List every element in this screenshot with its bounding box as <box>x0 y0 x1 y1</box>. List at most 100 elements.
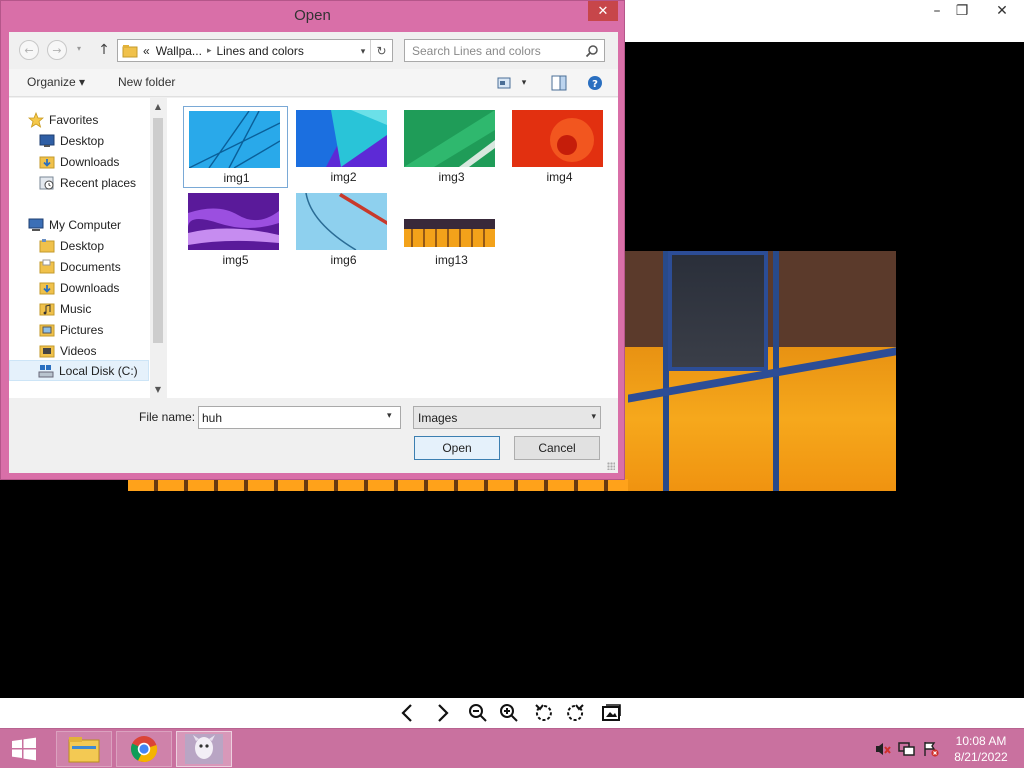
file-tile-img4[interactable]: img4 <box>507 106 612 188</box>
thumbnail-img5 <box>188 193 279 250</box>
zoom-out-icon <box>469 704 487 722</box>
tree-item-label: Videos <box>60 343 97 358</box>
dialog-body: ← → ▾ ↑ « Wallpa... ▸ Lines and colors ▾… <box>9 32 618 473</box>
search-box[interactable]: Search Lines and colors <box>404 39 605 62</box>
taskbar-image-viewer[interactable] <box>176 731 232 767</box>
file-type-select[interactable]: Images ▾ <box>413 406 601 429</box>
folder-icon <box>39 301 55 317</box>
file-tile-img6[interactable]: img6 <box>291 189 396 271</box>
file-explorer-icon <box>68 737 100 763</box>
file-tile-img3[interactable]: img3 <box>399 106 504 188</box>
network-icon[interactable] <box>898 741 916 757</box>
file-tile-img2[interactable]: img2 <box>291 106 396 188</box>
breadcrumb-separator-icon[interactable]: ▸ <box>205 45 214 56</box>
rotate-right-icon <box>567 704 584 721</box>
tree-item-recent-places[interactable]: Recent places <box>9 172 149 193</box>
tree-item-label: My Computer <box>49 217 122 232</box>
breadcrumb-lines-and-colors[interactable]: Lines and colors <box>213 44 306 58</box>
organize-button[interactable]: Organize ▾ <box>27 75 85 89</box>
tree-item-desktop-favorite[interactable]: Desktop <box>9 130 149 151</box>
folder-icon <box>39 322 55 338</box>
next-icon <box>438 704 449 722</box>
tree-item-my-computer[interactable]: My Computer <box>9 214 149 235</box>
action-center-flag-icon[interactable] <box>922 741 940 757</box>
tree-item-music[interactable]: Music <box>9 298 149 319</box>
tree-item-desktop[interactable]: Desktop <box>9 235 149 256</box>
dialog-close-button[interactable]: ✕ <box>588 1 618 21</box>
thumbnail-img13 <box>404 219 495 247</box>
previous-button[interactable] <box>394 700 422 726</box>
file-label: img6 <box>330 253 357 267</box>
scroll-down-icon[interactable]: ▼ <box>150 381 166 397</box>
breadcrumb-wallpapers[interactable]: Wallpa... <box>153 44 205 58</box>
more-views-dropdown[interactable]: ▾ <box>515 74 533 92</box>
help-button[interactable]: ? <box>586 74 604 92</box>
tree-item-downloads[interactable]: Downloads <box>9 277 149 298</box>
rotate-right-button[interactable] <box>561 700 589 726</box>
file-tile-img13[interactable]: img13 <box>399 189 504 271</box>
thumbnail-img4 <box>512 110 603 167</box>
start-button[interactable] <box>6 735 42 763</box>
tree-item-favorites[interactable]: Favorites <box>9 109 149 130</box>
back-button[interactable]: ← <box>19 40 39 60</box>
zoom-in-button[interactable] <box>495 700 523 726</box>
viewer-toolbar <box>0 698 1024 728</box>
taskbar-file-explorer[interactable] <box>56 731 112 767</box>
address-bar[interactable]: « Wallpa... ▸ Lines and colors ▾ ↻ <box>117 39 393 62</box>
cancel-button[interactable]: Cancel <box>514 436 600 460</box>
volume-muted-icon[interactable] <box>874 741 892 757</box>
zoom-out-button[interactable] <box>464 700 492 726</box>
help-icon: ? <box>588 76 602 90</box>
search-icon <box>585 45 598 58</box>
new-folder-button[interactable]: New folder <box>118 75 175 89</box>
file-label: img2 <box>330 170 357 184</box>
change-view-button[interactable] <box>496 74 514 92</box>
address-history-dropdown[interactable]: ▾ <box>356 43 370 59</box>
tree-item-pictures[interactable]: Pictures <box>9 319 149 340</box>
command-bar: Organize ▾ New folder ▾ ? <box>9 69 618 97</box>
preview-pane-button[interactable] <box>550 74 568 92</box>
file-tile-img1[interactable]: img1 <box>183 106 288 188</box>
taskbar-chrome[interactable] <box>116 731 172 767</box>
chevron-down-icon: ▾ <box>591 411 596 421</box>
tree-item-label: Documents <box>60 259 121 274</box>
recent-locations-dropdown[interactable]: ▾ <box>77 44 81 53</box>
dialog-footer: File name: huh ▾ Images ▾ Open Cancel <box>9 398 618 473</box>
open-button[interactable]: Open <box>414 436 500 460</box>
rotate-left-button[interactable] <box>530 700 558 726</box>
desktop-icon <box>39 133 55 149</box>
tree-item-downloads-favorite[interactable]: Downloads <box>9 151 149 172</box>
viewer-close-button[interactable]: ✕ <box>980 0 1024 22</box>
photo-strip-detail <box>128 479 628 491</box>
tree-item-videos[interactable]: Videos <box>9 340 149 361</box>
file-label: img5 <box>222 253 249 267</box>
scroll-up-icon[interactable]: ▲ <box>150 98 166 114</box>
file-name-input[interactable]: huh <box>198 406 401 429</box>
resize-grip-icon[interactable] <box>607 462 615 470</box>
file-name-dropdown-icon[interactable]: ▾ <box>387 411 392 421</box>
scrollbar-thumb[interactable] <box>153 118 163 343</box>
tree-item-label: Desktop <box>60 133 105 148</box>
file-list: img1 img2 img3 img4 img5 img6 img13 <box>167 98 618 398</box>
clock-time: 10:08 AM <box>955 734 1007 748</box>
tree-item-label: Music <box>60 301 92 316</box>
file-type-value: Images <box>418 411 458 425</box>
tree-item-local-disk[interactable]: Local Disk (C:) <box>9 360 149 381</box>
up-button[interactable]: ↑ <box>97 40 111 60</box>
breadcrumb-overflow[interactable]: « <box>140 44 153 58</box>
preview-pane-icon <box>551 75 567 91</box>
folder-icon <box>39 238 55 254</box>
system-clock[interactable]: 10:08 AM 8/21/2022 <box>948 733 1014 765</box>
viewer-maximize-button[interactable]: ❐ <box>947 0 977 22</box>
folder-icon <box>120 43 140 59</box>
refresh-button[interactable]: ↻ <box>370 40 392 61</box>
thumbnail-img1 <box>189 111 280 168</box>
search-placeholder: Search Lines and colors <box>412 44 541 58</box>
next-button[interactable] <box>428 700 456 726</box>
folder-icon <box>39 343 55 359</box>
file-tile-img5[interactable]: img5 <box>183 189 288 271</box>
navigation-scrollbar[interactable]: ▲ ▼ <box>150 98 166 398</box>
forward-button[interactable]: → <box>47 40 67 60</box>
open-folder-button[interactable] <box>597 700 625 726</box>
tree-item-documents[interactable]: Documents <box>9 256 149 277</box>
